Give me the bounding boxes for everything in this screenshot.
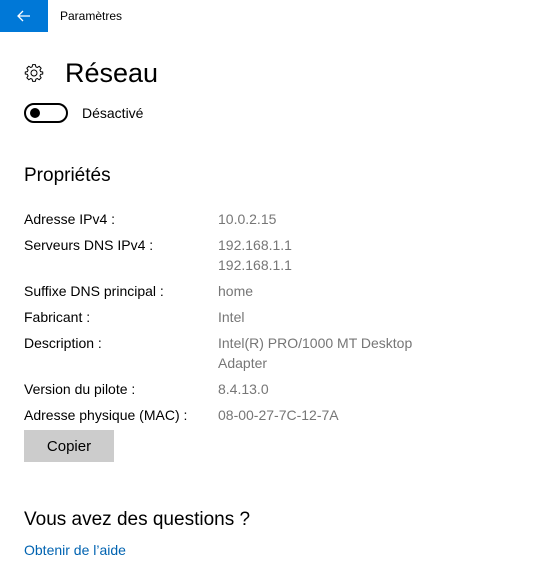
back-button[interactable]	[0, 0, 48, 32]
property-value: home	[218, 281, 253, 301]
property-value: 8.4.13.0	[218, 379, 269, 399]
property-value: Intel	[218, 307, 244, 327]
properties-heading: Propriétés	[24, 165, 111, 186]
property-label: Description :	[24, 335, 102, 351]
property-row-description: Description : Intel(R) PRO/1000 MT Deskt…	[24, 333, 504, 373]
toggle-knob	[30, 108, 40, 118]
property-row-driver-version: Version du pilote : 8.4.13.0	[24, 379, 504, 399]
window-title: Paramètres	[60, 9, 123, 23]
property-value: 10.0.2.15	[218, 209, 276, 229]
network-toggle-switch[interactable]	[24, 103, 68, 123]
dns-server-2: 192.168.1.1	[218, 257, 292, 273]
copy-button[interactable]: Copier	[24, 430, 114, 462]
property-label: Fabricant :	[24, 309, 91, 325]
toggle-state-label: Désactivé	[82, 105, 144, 121]
properties-list: Adresse IPv4 : 10.0.2.15 Serveurs DNS IP…	[24, 209, 504, 425]
page-header: Réseau	[24, 58, 158, 88]
dns-suffix: home	[218, 283, 254, 299]
property-value: 08-00-27-7C-12-7A	[218, 405, 339, 425]
network-toggle-row: Désactivé	[24, 103, 143, 123]
manufacturer: Intel	[218, 309, 245, 325]
description-line-1: Intel(R) PRO/1000 MT Desktop	[218, 335, 413, 351]
property-row-dns-suffix: Suffixe DNS principal : home	[24, 281, 504, 301]
property-value: 192.168.1.1 192.168.1.1	[218, 235, 292, 275]
description-line-2: Adapter	[218, 355, 268, 371]
title-bar: Paramètres	[0, 0, 535, 32]
property-value: Intel(R) PRO/1000 MT Desktop Adapter	[218, 333, 412, 373]
property-label: Version du pilote :	[24, 381, 136, 397]
mac-address: 08-00-27-7C-12-7A	[218, 407, 339, 423]
property-row-dns: Serveurs DNS IPv4 : 192.168.1.1 192.168.…	[24, 235, 504, 275]
property-row-mac: Adresse physique (MAC) : 08-00-27-7C-12-…	[24, 405, 504, 425]
help-heading: Vous avez des questions ?	[24, 509, 251, 530]
back-arrow-icon	[17, 10, 30, 22]
property-label: Adresse physique (MAC) :	[24, 407, 188, 423]
gear-icon	[24, 64, 44, 82]
driver-version: 8.4.13.0	[218, 381, 269, 397]
property-label: Serveurs DNS IPv4 :	[24, 237, 154, 253]
property-label: Adresse IPv4 :	[24, 211, 116, 227]
property-row-manufacturer: Fabricant : Intel	[24, 307, 504, 327]
get-help-link[interactable]: Obtenir de l’aide	[24, 542, 126, 558]
page-title: Réseau	[65, 58, 159, 88]
dns-server-1: 192.168.1.1	[218, 237, 292, 253]
property-label: Suffixe DNS principal :	[24, 283, 164, 299]
property-row-ipv4: Adresse IPv4 : 10.0.2.15	[24, 209, 504, 229]
ipv4-address: 10.0.2.15	[218, 211, 277, 227]
